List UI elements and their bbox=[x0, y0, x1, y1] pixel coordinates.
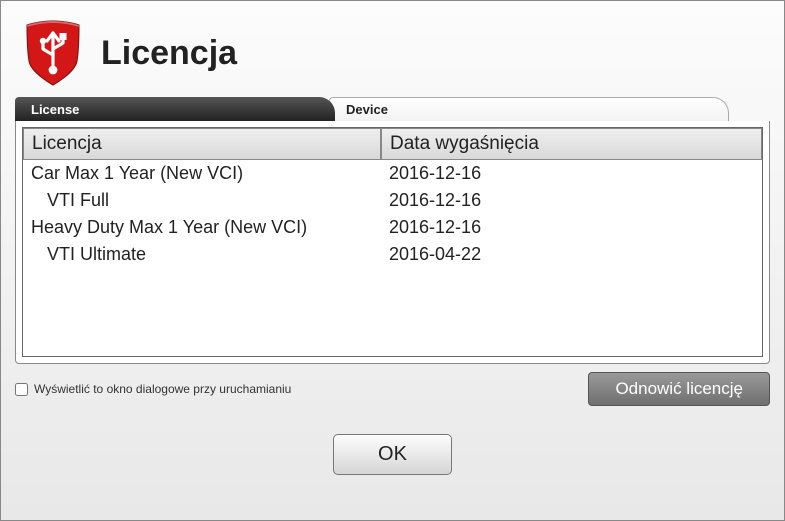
cell-expiry: 2016-12-16 bbox=[381, 214, 762, 241]
tab-device[interactable]: Device bbox=[329, 97, 729, 121]
show-on-startup-label: Wyświetlić to okno dialogowe przy urucha… bbox=[34, 382, 291, 396]
cell-license: VTI Ultimate bbox=[23, 241, 381, 268]
tab-device-label: Device bbox=[346, 102, 388, 117]
license-dialog: Licencja License Device Licencja Data wy… bbox=[0, 0, 785, 521]
cell-license: Car Max 1 Year (New VCI) bbox=[23, 160, 381, 187]
cell-expiry: 2016-12-16 bbox=[381, 160, 762, 187]
cell-expiry: 2016-12-16 bbox=[381, 187, 762, 214]
tab-strip: License Device bbox=[15, 97, 770, 121]
table-row[interactable]: Car Max 1 Year (New VCI)2016-12-16 bbox=[23, 160, 762, 187]
renew-license-button[interactable]: Odnowić licencję bbox=[588, 372, 770, 406]
tab-license[interactable]: License bbox=[15, 97, 335, 121]
show-on-startup-input[interactable] bbox=[15, 383, 28, 396]
tab-license-label: License bbox=[31, 102, 79, 117]
show-on-startup-checkbox[interactable]: Wyświetlić to okno dialogowe przy urucha… bbox=[15, 382, 291, 396]
ok-row: OK bbox=[1, 434, 784, 475]
dialog-title: Licencja bbox=[101, 34, 237, 73]
renew-license-label: Odnowić licencję bbox=[615, 379, 743, 398]
col-expiry[interactable]: Data wygaśnięcia bbox=[381, 128, 762, 160]
cell-expiry: 2016-04-22 bbox=[381, 241, 762, 268]
tab-container: License Device Licencja Data wygaśnięcia… bbox=[15, 97, 770, 364]
table-row[interactable]: VTI Full2016-12-16 bbox=[23, 187, 762, 214]
license-panel: Licencja Data wygaśnięcia Car Max 1 Year… bbox=[15, 121, 770, 364]
table-body: Car Max 1 Year (New VCI)2016-12-16VTI Fu… bbox=[23, 160, 762, 268]
col-license[interactable]: Licencja bbox=[23, 128, 381, 160]
license-table: Licencja Data wygaśnięcia Car Max 1 Year… bbox=[22, 127, 763, 357]
cell-license: VTI Full bbox=[23, 187, 381, 214]
table-header: Licencja Data wygaśnięcia bbox=[23, 128, 762, 160]
table-row[interactable]: Heavy Duty Max 1 Year (New VCI)2016-12-1… bbox=[23, 214, 762, 241]
footer-row: Wyświetlić to okno dialogowe przy urucha… bbox=[15, 372, 770, 406]
dialog-header: Licencja bbox=[1, 1, 784, 97]
ok-label: OK bbox=[378, 443, 407, 465]
usb-shield-icon bbox=[23, 19, 83, 87]
ok-button[interactable]: OK bbox=[333, 434, 452, 475]
table-row[interactable]: VTI Ultimate2016-04-22 bbox=[23, 241, 762, 268]
cell-license: Heavy Duty Max 1 Year (New VCI) bbox=[23, 214, 381, 241]
